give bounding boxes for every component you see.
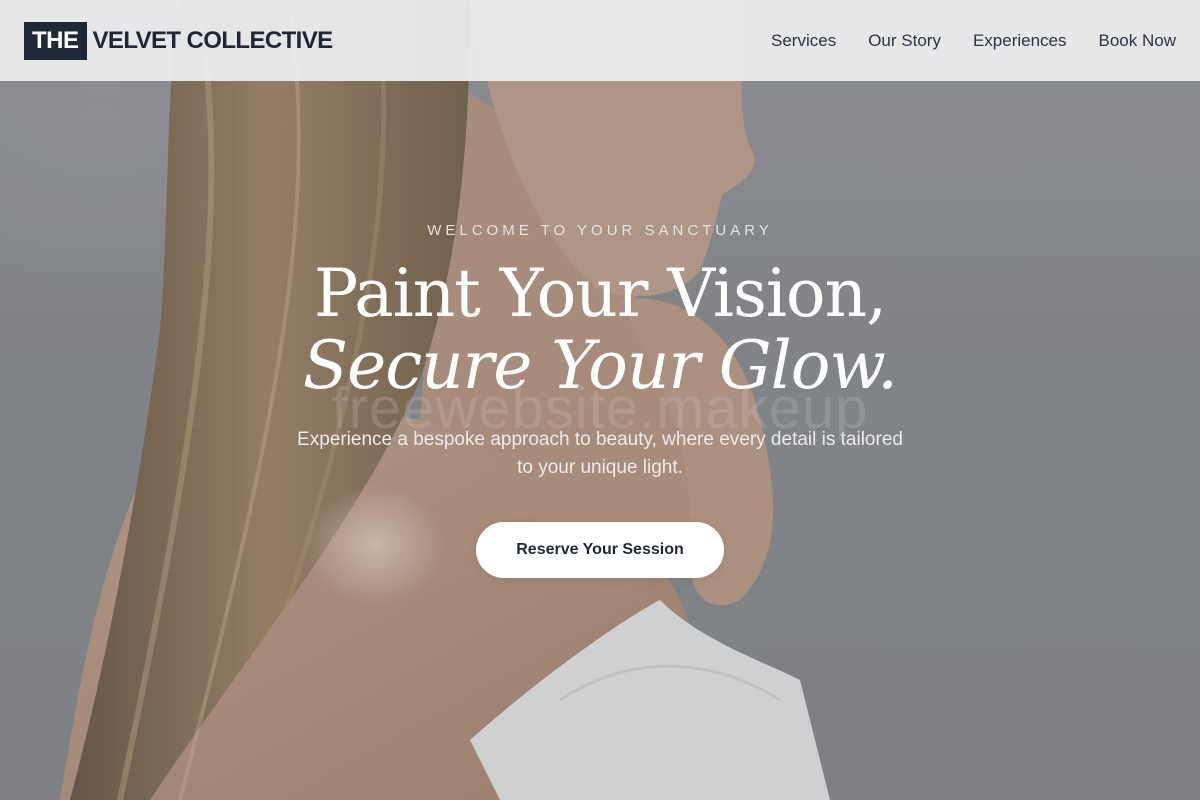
hero-section: WELCOME TO YOUR SANCTUARY Paint Your Vis…	[0, 0, 1200, 800]
logo-mark: THE	[24, 21, 87, 60]
hero-headline-line-1: Paint Your Vision,	[313, 255, 887, 332]
site-header: THE VELVET COLLECTIVE Services Our Story…	[0, 0, 1200, 81]
reserve-session-button[interactable]: Reserve Your Session	[476, 522, 724, 578]
watermark-text: freewebsite.makeup	[331, 376, 869, 441]
nav-link-book-now[interactable]: Book Now	[1099, 31, 1176, 51]
landing-page: THE VELVET COLLECTIVE Services Our Story…	[0, 0, 1200, 800]
main-nav: Services Our Story Experiences Book Now	[771, 31, 1176, 51]
nav-link-services[interactable]: Services	[771, 31, 836, 51]
nav-link-experiences[interactable]: Experiences	[973, 31, 1067, 51]
brand-logo[interactable]: THE VELVET COLLECTIVE	[24, 21, 334, 60]
nav-link-our-story[interactable]: Our Story	[868, 31, 941, 51]
hero-eyebrow: WELCOME TO YOUR SANCTUARY	[427, 222, 773, 239]
logo-wordmark: VELVET COLLECTIVE	[92, 26, 334, 54]
